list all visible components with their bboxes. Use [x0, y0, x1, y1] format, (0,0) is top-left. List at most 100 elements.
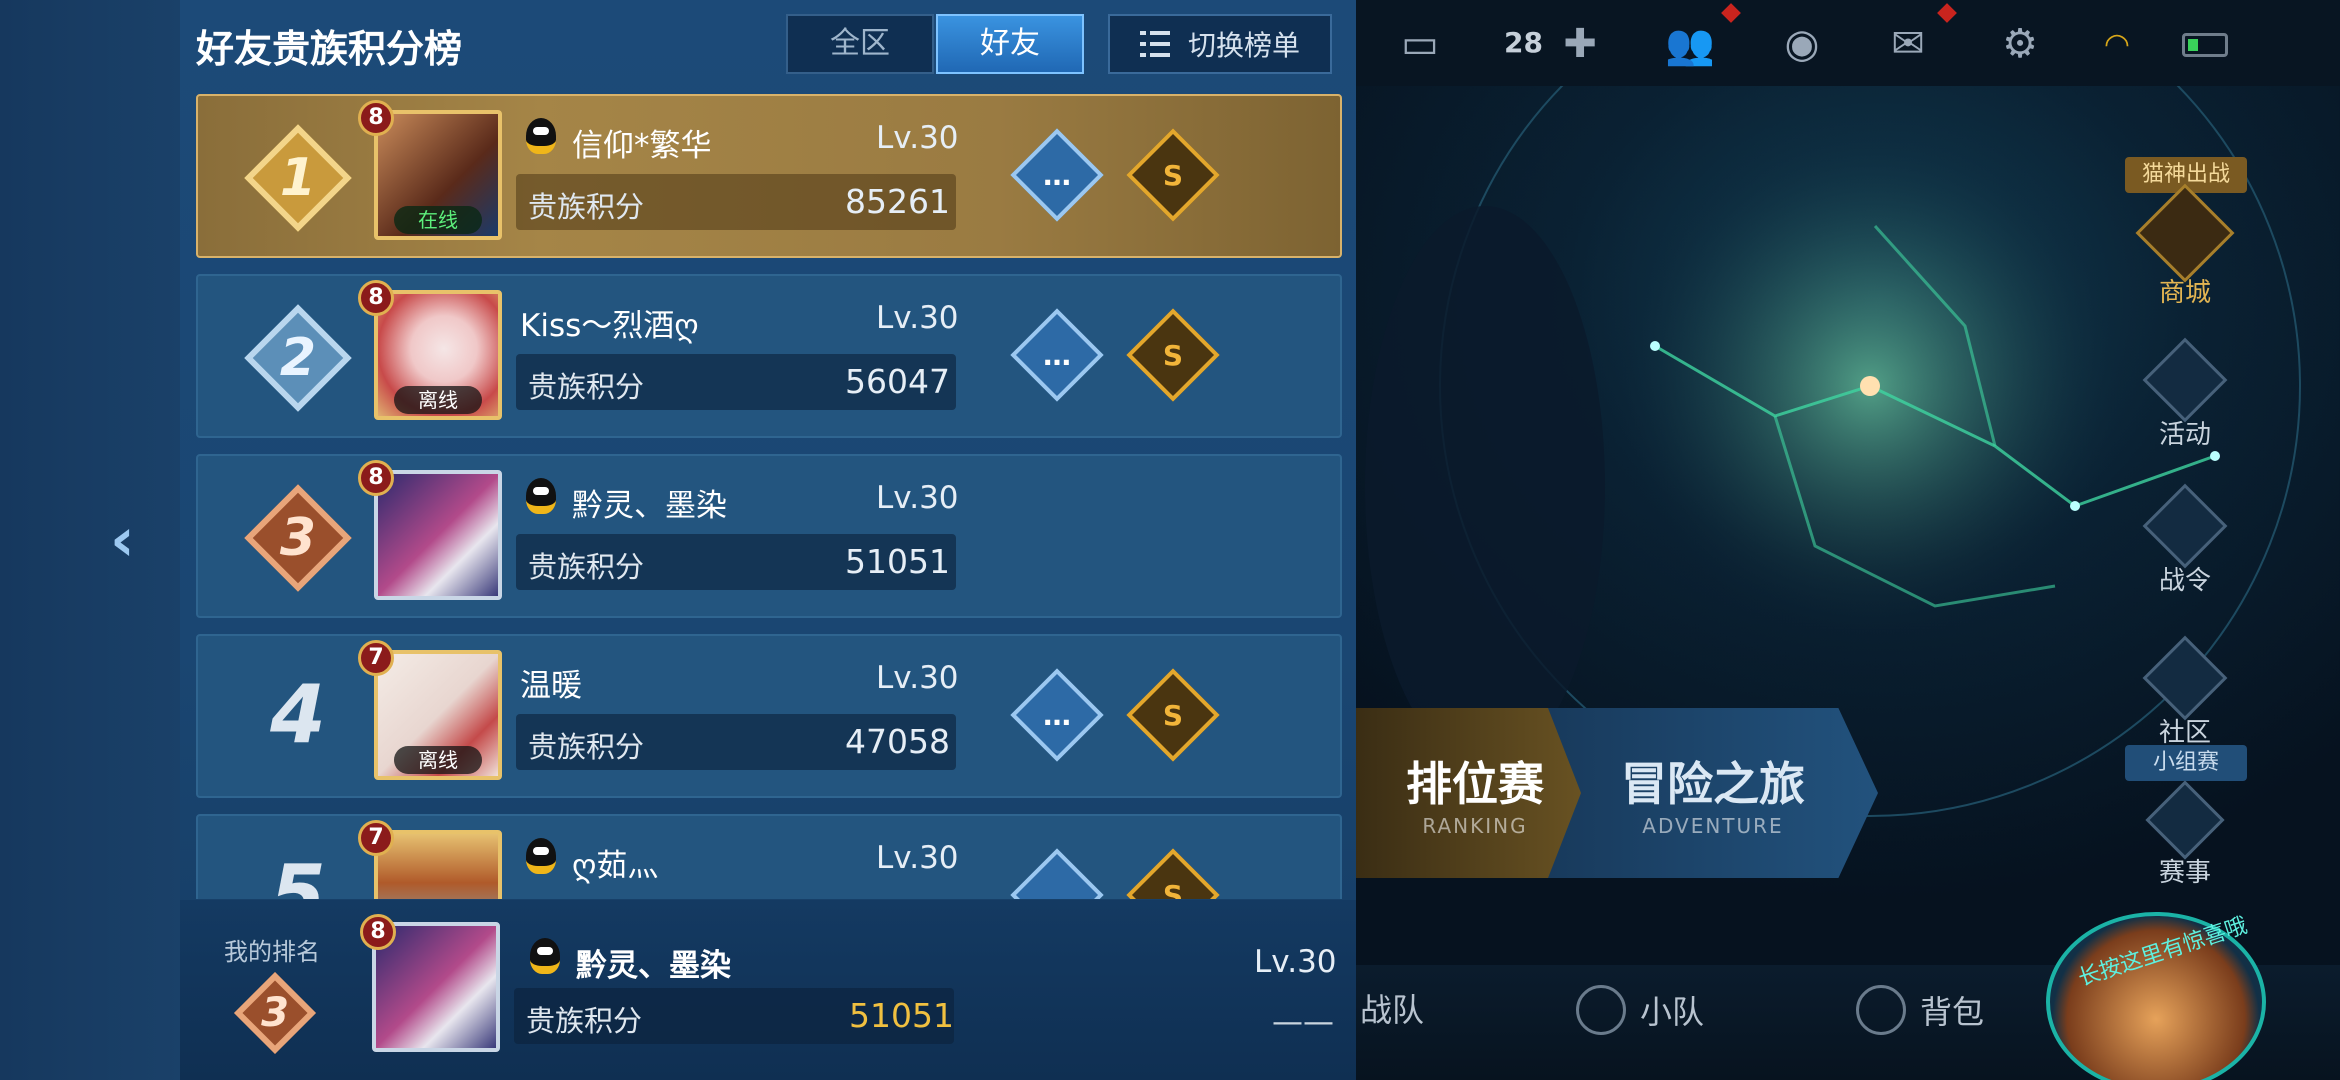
score-bar: 贵族积分 51051 [516, 534, 956, 590]
vip-level-badge: 7 [358, 640, 394, 676]
gift-button[interactable]: S [1126, 308, 1220, 402]
community-icon [2142, 635, 2228, 721]
avatar[interactable]: 在线 [374, 110, 502, 240]
eye-icon[interactable]: ◉ [1770, 14, 1834, 74]
switch-board-label: 切换榜单 [1187, 29, 1300, 62]
player-name: Kiss～烈酒ღ [520, 308, 699, 344]
score-label: 贵族积分 [528, 190, 645, 224]
friends-icon[interactable]: 👥 [1660, 14, 1720, 74]
activity-icon [2142, 337, 2228, 423]
score-bar: 贵族积分 56047 [516, 354, 956, 410]
list-item[interactable]: 5 7 ღ茹灬 Lv.30 … S [196, 814, 1342, 899]
score-bar: 贵族积分 85261 [516, 174, 956, 230]
chat-bubble-icon: … [1043, 158, 1071, 192]
avatar[interactable] [374, 470, 502, 600]
list-item[interactable]: 4 离线 7 温暖 Lv.30 贵族积分 47058 … S [196, 634, 1342, 798]
my-score-bar: 贵族积分 51051 [514, 988, 954, 1044]
online-status: 在线 [394, 206, 482, 234]
group-match-badge: 小组赛 [2125, 745, 2247, 781]
page-title: 好友贵族积分榜 [196, 27, 463, 71]
gift-coin-icon: S [1162, 338, 1184, 372]
add-icon[interactable]: ✚ [1552, 14, 1608, 74]
chat-bubble-icon: … [1043, 878, 1071, 900]
gift-button[interactable]: S [1126, 848, 1220, 899]
collapse-arrow-icon[interactable]: ‹ [110, 510, 170, 570]
my-score-label: 贵族积分 [526, 1004, 643, 1038]
rank-number: 5 [270, 848, 326, 899]
tab-friends[interactable]: 好友 [936, 14, 1084, 74]
leaderboard-list[interactable]: 1 在线 8 信仰*繁华 Lv.30 贵族积分 85261 … S 2 离线 8… [196, 94, 1342, 899]
assistant-avatar[interactable]: 长按这里有惊喜哦 [2046, 912, 2266, 1080]
list-item[interactable]: 2 离线 8 Kiss～烈酒ღ Lv.30 贵族积分 56047 … S [196, 274, 1342, 438]
mode-adventure[interactable]: 冒险之旅 ADVENTURE [1548, 708, 1878, 878]
bag-icon [1856, 985, 1906, 1035]
settings-gear-icon[interactable]: ⚙ [1990, 14, 2050, 74]
dragon-icon [2142, 483, 2228, 569]
my-rank-badge: 3 [220, 958, 330, 1068]
gift-button[interactable]: S [1126, 128, 1220, 222]
nav-bag[interactable]: 背包 [1856, 985, 1984, 1035]
list-icon [1139, 31, 1170, 57]
vip-level-badge: 8 [358, 100, 394, 136]
avatar[interactable]: 离线 [374, 290, 502, 420]
menu-events[interactable]: 赛事 [2130, 780, 2240, 889]
mail-icon[interactable]: ✉ [1878, 14, 1938, 74]
score-value: 56047 [845, 362, 950, 401]
menu-activity[interactable]: 活动 [2130, 337, 2240, 451]
my-vip-badge: 8 [360, 914, 396, 950]
score-label: 贵族积分 [528, 370, 645, 404]
offline-status: 离线 [394, 386, 482, 414]
player-level: Lv.30 [876, 300, 959, 336]
trophy-icon [2145, 780, 2225, 860]
menu-battle-pass[interactable]: 战令 [2130, 483, 2240, 597]
score-label: 贵族积分 [528, 730, 645, 764]
player-name: 温暖 [520, 668, 582, 704]
avatar[interactable]: 离线 [374, 650, 502, 780]
shop-icon [2135, 183, 2235, 283]
rank-badge-silver: 2 [238, 298, 358, 418]
vip-level-badge: 8 [358, 460, 394, 496]
my-name: 黔灵、墨染 [576, 948, 731, 984]
score-label: 贵族积分 [528, 550, 645, 584]
rank-number: 4 [270, 668, 326, 761]
player-level: Lv.30 [876, 660, 959, 696]
qq-penguin-icon [530, 938, 560, 974]
nav-team[interactable]: 战队 [1360, 985, 1424, 1031]
menu-community[interactable]: 社区 [2130, 635, 2240, 749]
my-level: Lv.30 [1254, 944, 1337, 980]
gift-button[interactable]: S [1126, 668, 1220, 762]
qq-penguin-icon [526, 118, 556, 154]
rank-badge-gold: 1 [238, 118, 358, 238]
list-item[interactable]: 1 在线 8 信仰*繁华 Lv.30 贵族积分 85261 … S [196, 94, 1342, 258]
my-extra-value: —— [1272, 1004, 1334, 1040]
player-name: ღ茹灬 [572, 848, 659, 884]
my-score-value: 51051 [849, 996, 954, 1035]
player-name: 信仰*繁华 [572, 128, 712, 164]
list-item[interactable]: 3 8 黔灵、墨染 Lv.30 贵族积分 51051 [196, 454, 1342, 618]
score-value: 51051 [845, 542, 950, 581]
vip-level-badge: 8 [358, 280, 394, 316]
player-level: Lv.30 [876, 480, 959, 516]
flag-icon [1576, 985, 1626, 1035]
chat-button[interactable]: … [1010, 128, 1104, 222]
chat-button[interactable]: … [1010, 668, 1104, 762]
resource-count: 28 [1504, 26, 1543, 59]
player-level: Lv.30 [876, 120, 959, 156]
offline-status: 离线 [394, 746, 482, 774]
chat-bubble-icon: … [1043, 338, 1071, 372]
battery-icon [2182, 33, 2228, 57]
score-value: 47058 [845, 722, 950, 761]
card-icon[interactable]: ▭ [1390, 14, 1450, 74]
nav-squad[interactable]: 小队 [1576, 985, 1704, 1035]
menu-shop[interactable]: 商城 [2130, 183, 2240, 309]
tab-all-region[interactable]: 全区 [786, 14, 934, 74]
wifi-icon: ◠ [2103, 26, 2131, 62]
switch-board-button[interactable]: 切换榜单 [1108, 14, 1332, 74]
score-bar: 贵族积分 47058 [516, 714, 956, 770]
chat-button[interactable]: … [1010, 308, 1104, 402]
vip-level-badge: 7 [358, 820, 394, 856]
gift-coin-icon: S [1162, 158, 1184, 192]
qq-penguin-icon [526, 838, 556, 874]
rank-badge-bronze: 3 [238, 478, 358, 598]
chat-button[interactable]: … [1010, 848, 1104, 900]
